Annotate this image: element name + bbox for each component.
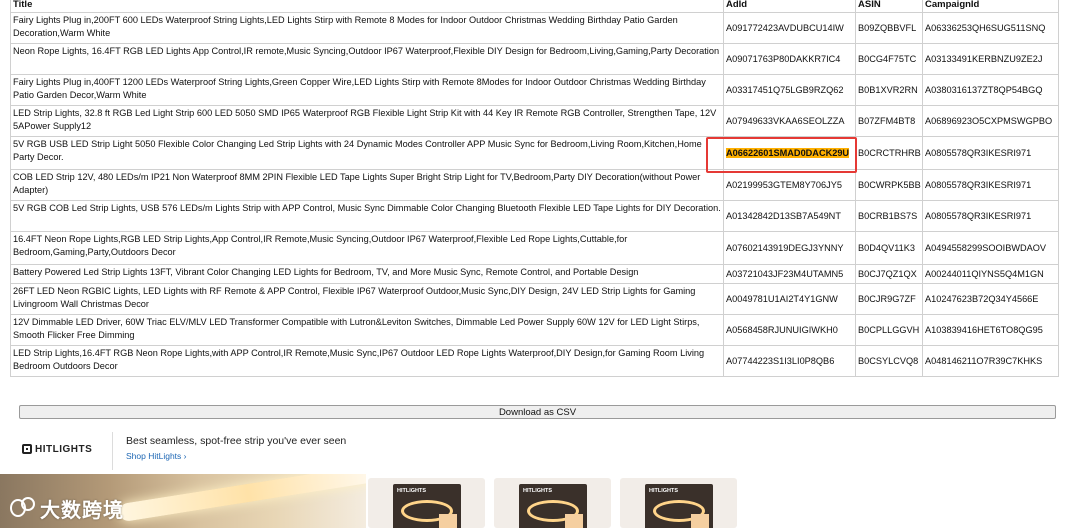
badge-icon [565,514,583,528]
campaignid-cell[interactable]: A0805578QR3IKESRI971 [922,136,1059,170]
led-strip-glow [118,474,366,523]
title-cell[interactable]: Fairy Lights Plug in,400FT 1200 LEDs Wat… [10,74,724,106]
brand-logo-icon [22,444,32,454]
title-cell[interactable]: LED Strip Lights,16.4FT RGB Neon Rope Li… [10,345,724,377]
campaignid-cell[interactable]: A06336253QH6SUG511SNQ [922,12,1059,44]
adid-cell[interactable]: A07744223S1I3LI0P8QB6 [723,345,856,377]
led-strip-photo[interactable]: 大数跨境 [0,474,366,528]
table-row: Fairy Lights Plug in,400FT 1200 LEDs Wat… [10,74,1059,106]
table-row: Fairy Lights Plug in,200FT 600 LEDs Wate… [10,12,1059,44]
asin-cell[interactable]: B0CRB1BS7S [855,200,923,232]
adid-cell[interactable]: A09071763P80DAKKR7IC4 [723,43,856,75]
watermark: 大数跨境 [8,494,124,523]
adid-cell[interactable]: A06622601SMAD0DACK29U [723,136,856,170]
asin-cell[interactable]: B07ZFM4BT8 [855,105,923,137]
asin-cell[interactable]: B0B1XVR2RN [855,74,923,106]
column-header-adid: AdId [723,0,856,13]
product-thumbnail[interactable]: HITLIGHTS [620,478,737,528]
title-cell[interactable]: Battery Powered Led Strip Lights 13FT, V… [10,264,724,284]
campaignid-cell[interactable]: A0805578QR3IKESRI971 [922,200,1059,232]
ads-table: Title AdId ASIN CampaignId Fairy Lights … [10,0,1059,377]
adid-cell[interactable]: A07602143919DEGJ3YNNY [723,231,856,265]
product-thumbnail[interactable]: HITLIGHTS [494,478,611,528]
campaignid-cell[interactable]: A048146211O7R39C7KHKS [922,345,1059,377]
watermark-text: 大数跨境 [40,498,124,522]
adid-cell[interactable]: A01342842D13SB7A549NT [723,200,856,232]
campaignid-cell[interactable]: A103839416HET6TO8QG95 [922,314,1059,346]
title-cell[interactable]: 16.4FT Neon Rope Lights,RGB LED Strip Li… [10,231,724,265]
adid-cell[interactable]: A0049781U1AI2T4Y1GNW [723,283,856,315]
table-row: Neon Rope Lights, 16.4FT RGB LED Lights … [10,43,1059,75]
asin-cell[interactable]: B09ZQBBVFL [855,12,923,44]
highlighted-adid[interactable]: A06622601SMAD0DACK29U [726,147,850,158]
asin-cell[interactable]: B0CJ7QZ1QX [855,264,923,284]
ad-headline[interactable]: Best seamless, spot-free strip you've ev… [126,435,346,447]
title-cell[interactable]: LED Strip Lights, 32.8 ft RGB Led Light … [10,105,724,137]
column-header-title: Title [10,0,724,13]
table-row: LED Strip Lights, 32.8 ft RGB Led Light … [10,105,1059,137]
brand-logo-text: HITLIGHTS [35,443,93,455]
product-banner: 大数跨境 HITLIGHTS HITLIGHTS HITLIGHTS [0,474,1080,528]
title-cell[interactable]: COB LED Strip 12V, 480 LEDs/m IP21 Non W… [10,169,724,201]
product-logo-text: HITLIGHTS [649,488,679,494]
badge-icon [691,514,709,528]
title-cell[interactable]: Fairy Lights Plug in,200FT 600 LEDs Wate… [10,12,724,44]
title-cell[interactable]: Neon Rope Lights, 16.4FT RGB LED Lights … [10,43,724,75]
table-row: LED Strip Lights,16.4FT RGB Neon Rope Li… [10,345,1059,377]
table-header-row: Title AdId ASIN CampaignId [10,0,1059,13]
shop-brand-link[interactable]: Shop HitLights › [126,451,186,461]
table-row: 5V RGB USB LED Strip Light 5050 Flexible… [10,136,1059,170]
badge-icon [439,514,457,528]
campaignid-cell[interactable]: A00244011QIYNS5Q4M1GN [922,264,1059,284]
table-row: COB LED Strip 12V, 480 LEDs/m IP21 Non W… [10,169,1059,201]
adid-cell[interactable]: A0568458RJUNUIGIWKH0 [723,314,856,346]
asin-cell[interactable]: B0CSYLCVQ8 [855,345,923,377]
asin-cell[interactable]: B0D4QV11K3 [855,231,923,265]
product-logo-text: HITLIGHTS [397,488,427,494]
download-csv-button[interactable]: Download as CSV [19,405,1056,419]
table-row: 12V Dimmable LED Driver, 60W Triac ELV/M… [10,314,1059,346]
product-box-image: HITLIGHTS [519,484,587,528]
product-thumbnail[interactable]: HITLIGHTS [368,478,485,528]
product-box-image: HITLIGHTS [393,484,461,528]
product-box-image: HITLIGHTS [645,484,713,528]
hitlights-logo[interactable]: HITLIGHTS [22,440,102,458]
campaignid-cell[interactable]: A10247623B72Q34Y4566E [922,283,1059,315]
sponsored-brand-ad[interactable]: HITLIGHTS Best seamless, spot-free strip… [0,426,1080,474]
asin-cell[interactable]: B0CRCTRHRB [855,136,923,170]
asin-cell[interactable]: B0CPLLGGVH [855,314,923,346]
product-logo-text: HITLIGHTS [523,488,553,494]
campaignid-cell[interactable]: A0805578QR3IKESRI971 [922,169,1059,201]
adid-cell[interactable]: A03317451Q75LGB9RZQ62 [723,74,856,106]
adid-cell[interactable]: A091772423AVDUBCU14IW [723,12,856,44]
title-cell[interactable]: 5V RGB USB LED Strip Light 5050 Flexible… [10,136,724,170]
campaignid-cell[interactable]: A0494558299SOOIBWDAOV [922,231,1059,265]
asin-cell[interactable]: B0CJR9G7ZF [855,283,923,315]
divider [112,432,113,470]
asin-cell[interactable]: B0CWRPK5BB [855,169,923,201]
adid-cell[interactable]: A03721043JF23M4UTAMN5 [723,264,856,284]
logo-icon [8,496,40,521]
campaignid-cell[interactable]: A06896923O5CXPMSWGPBO [922,105,1059,137]
table-row: 26FT LED Neon RGBIC Lights, LED Lights w… [10,283,1059,315]
adid-cell[interactable]: A02199953GTEM8Y706JY5 [723,169,856,201]
title-cell[interactable]: 12V Dimmable LED Driver, 60W Triac ELV/M… [10,314,724,346]
title-cell[interactable]: 5V RGB COB Led Strip Lights, USB 576 LED… [10,200,724,232]
asin-cell[interactable]: B0CG4F75TC [855,43,923,75]
table-row: 5V RGB COB Led Strip Lights, USB 576 LED… [10,200,1059,232]
campaignid-cell[interactable]: A03133491KERBNZU9ZE2J [922,43,1059,75]
title-cell[interactable]: 26FT LED Neon RGBIC Lights, LED Lights w… [10,283,724,315]
table-row: Battery Powered Led Strip Lights 13FT, V… [10,264,1059,284]
campaignid-cell[interactable]: A0380316137ZT8QP54BGQ [922,74,1059,106]
column-header-campaignid: CampaignId [922,0,1059,13]
table-row: 16.4FT Neon Rope Lights,RGB LED Strip Li… [10,231,1059,265]
column-header-asin: ASIN [855,0,923,13]
adid-cell[interactable]: A07949633VKAA6SEOLZZA [723,105,856,137]
